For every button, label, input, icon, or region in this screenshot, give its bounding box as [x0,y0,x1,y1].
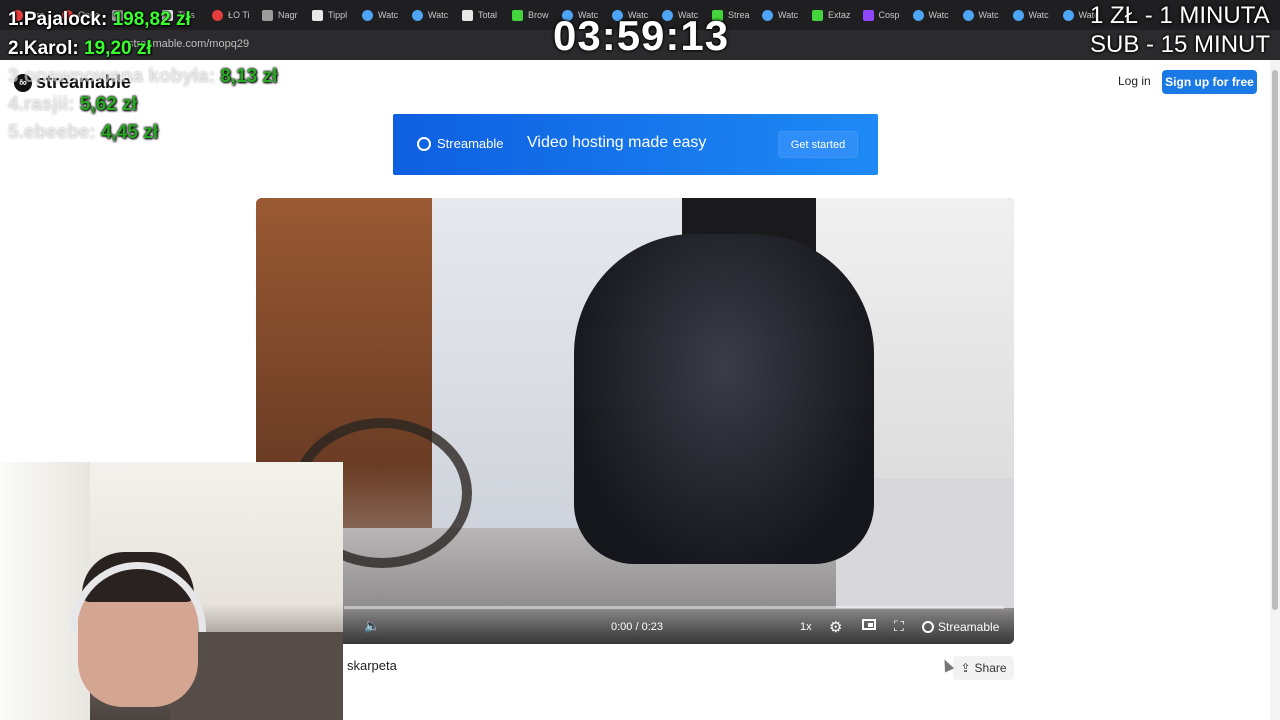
streamable-icon [922,621,934,633]
playback-speed-button[interactable]: 1x [800,621,812,633]
tab-label: Extaz [828,10,851,20]
tab-favicon-icon [762,9,773,21]
share-label: Share [974,661,1007,675]
browser-tab[interactable]: Watc [356,0,406,30]
leaderboard-entry-2: 2.Karol: 19,20 zł [8,38,152,60]
browser-tab[interactable]: Total [456,0,506,30]
leaderboard-amount: 8,13 zł [220,66,278,87]
video-scene-gaming-chair [574,234,874,564]
tab-favicon-icon [362,9,373,21]
leaderboard-name: 5.ebeebe: [8,122,96,143]
share-icon: ⇪ [960,661,971,675]
leaderboard-entry-5: 5.ebeebe: 4,45 zł [8,122,158,144]
browser-tab[interactable]: ŁO Ti [206,0,256,30]
leaderboard-name: 2.Karol: [8,38,79,59]
leaderboard-amount: 198,82 zł [112,9,191,30]
volume-icon[interactable]: 🔈 [364,618,380,634]
leaderboard-amount: 5,62 zł [79,94,137,115]
browser-tab[interactable]: Watc [907,0,957,30]
tab-label: Watc [978,10,999,20]
browser-tab[interactable]: Cosp [857,0,907,30]
leaderboard-amount: 19,20 zł [84,38,152,59]
browser-tab[interactable]: Watc [957,0,1007,30]
tab-favicon-icon [412,9,423,21]
tab-label: Cosp [878,10,900,20]
tab-label: ŁO Ti [228,10,250,20]
tab-label: Watc [1028,10,1049,20]
banner-logo: Streamable [417,136,503,151]
tab-label: Brow [528,10,549,20]
tab-favicon-icon [462,9,473,21]
tab-favicon-icon [1012,9,1024,21]
login-link[interactable]: Log in [1118,74,1151,88]
sub-rate-text: SUB - 15 MINUT [1090,31,1271,58]
tab-label: Strea [728,10,750,20]
leaderboard-entry-3: 3.opawnowana kobyła: 8,13 zł [8,66,277,88]
browser-tab[interactable]: Brow [506,0,556,30]
tab-label: Tippl [328,10,348,20]
tab-favicon-icon [912,9,924,21]
tab-label: Nagr [278,10,298,20]
fullscreen-icon[interactable]: ⛶ [894,618,904,635]
tab-label: Watc [428,10,449,20]
browser-tab[interactable]: Watc [406,0,456,30]
player-brand: Streamable [938,620,1000,634]
tab-favicon-icon [312,9,323,21]
video-title: skarpeta [347,658,397,673]
tab-favicon-icon [862,9,874,21]
tab-label: Watc [928,10,949,20]
browser-tab[interactable]: Tippl [306,0,356,30]
banner-brand: Streamable [437,136,504,151]
leaderboard-entry-1: 1.Pajalock: 198,82 zł [8,9,191,31]
leaderboard-name: 3.opawnowana kobyła: [8,66,215,87]
tab-favicon-icon [812,9,823,21]
get-started-button[interactable]: Get started [779,132,857,157]
tab-label: Watc [778,10,799,20]
browser-tab[interactable]: Extaz [806,0,857,30]
leaderboard-name: 4.rasjii: [8,94,75,115]
promo-banner[interactable]: Streamable Video hosting made easy Get s… [393,114,878,175]
video-player[interactable]: 🔈 0:00 / 0:23 1x ⚙ ⛶ Streamable [256,198,1014,644]
leaderboard-amount: 4,45 zł [100,122,158,143]
browser-tab[interactable]: Watc [756,0,806,30]
share-button[interactable]: ⇪ Share [953,656,1014,680]
leaderboard-name: 1.Pajalock: [8,9,108,30]
donation-rate-text: 1 ZŁ - 1 MINUTA [1090,2,1270,29]
streamable-watermark[interactable]: Streamable [922,620,999,634]
tab-favicon-icon [1062,9,1074,21]
webcam-feed [0,462,343,720]
tab-label: Total [478,10,498,20]
picture-in-picture-icon[interactable] [862,619,876,630]
tab-label: Watc [378,10,399,20]
tab-favicon-icon [512,9,523,21]
player-controls: 🔈 0:00 / 0:23 1x ⚙ ⛶ Streamable [256,610,1014,644]
playback-time: 0:00 / 0:23 [611,621,663,633]
browser-tab[interactable]: Nagr [256,0,306,30]
settings-gear-icon[interactable]: ⚙ [829,618,842,636]
tab-favicon-icon [262,9,273,21]
leaderboard-entry-4: 4.rasjii: 5,62 zł [8,94,137,116]
subathon-timer: 03:59:13 [553,12,730,59]
webcam-curtain [0,462,90,720]
progress-bar[interactable] [344,606,1004,609]
browser-tab[interactable]: Watc [1007,0,1057,30]
streamable-icon [417,136,431,151]
signup-button[interactable]: Sign up for free [1162,70,1257,94]
tab-favicon-icon [962,9,974,21]
scrollbar-thumb[interactable] [1272,70,1278,610]
banner-tagline: Video hosting made easy [527,134,707,151]
tab-favicon-icon [212,9,223,21]
mouse-cursor [939,657,955,673]
